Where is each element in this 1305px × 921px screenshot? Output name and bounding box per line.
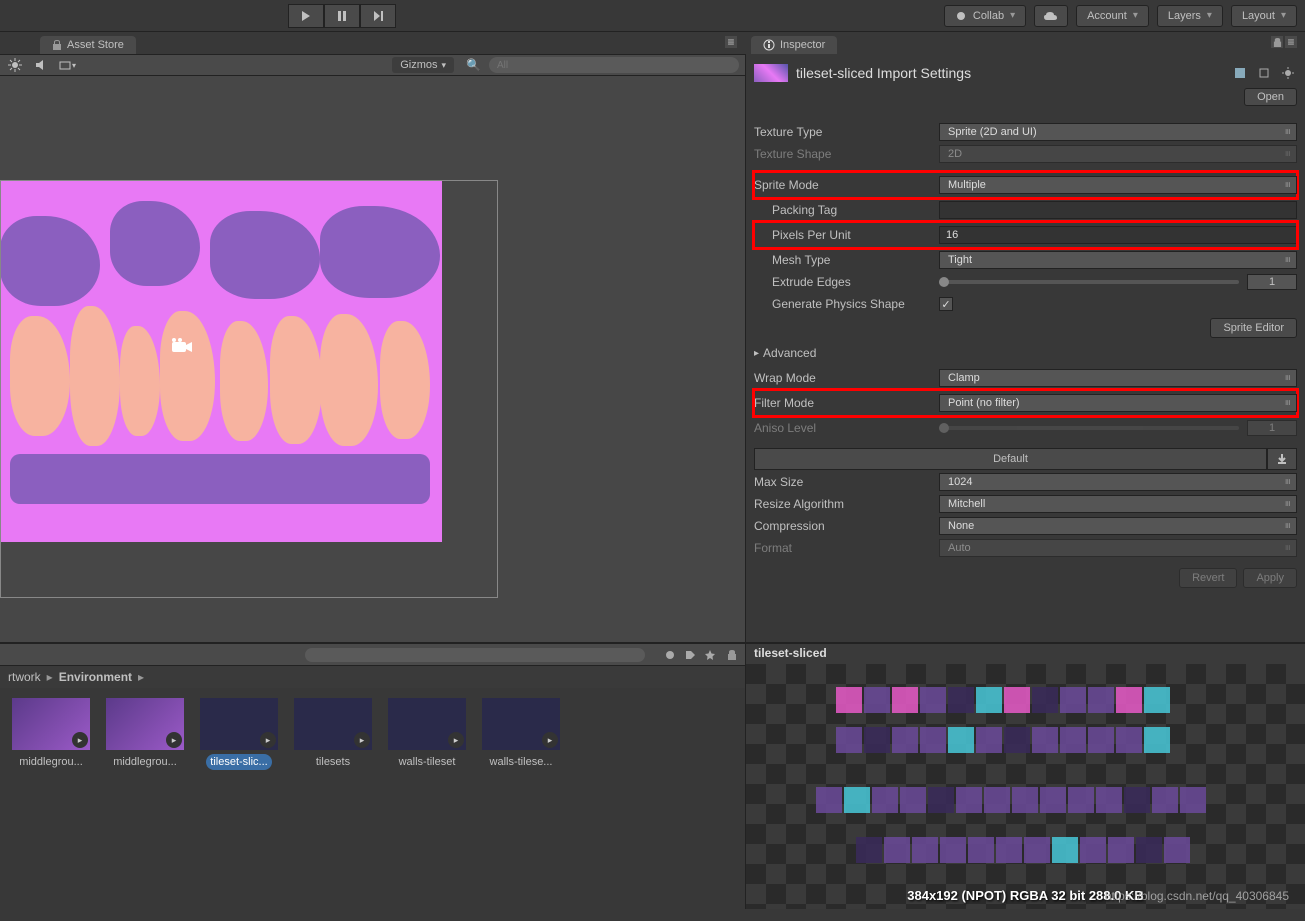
extrude-edges-label: Extrude Edges — [772, 275, 939, 289]
camera-icon — [168, 338, 194, 356]
scene-viewport[interactable] — [0, 76, 745, 642]
open-button[interactable]: Open — [1244, 88, 1297, 106]
select-icon[interactable] — [1255, 64, 1273, 82]
fx-icon[interactable]: ▾ — [58, 56, 76, 74]
platform-tabs: Default — [754, 448, 1297, 470]
mesh-type-label: Mesh Type — [772, 253, 939, 267]
max-size-dropdown[interactable]: 1024 — [939, 473, 1297, 491]
mesh-type-dropdown[interactable]: Tight — [939, 251, 1297, 269]
texture-type-label: Texture Type — [754, 125, 939, 139]
texture-shape-dropdown: 2D — [939, 145, 1297, 163]
pixels-per-unit-label: Pixels Per Unit — [772, 228, 939, 242]
filter-label-icon[interactable] — [681, 646, 699, 664]
aniso-level-slider: 1 — [939, 420, 1297, 436]
viewport-toolbar: ▾ Gizmos 🔍 — [0, 54, 745, 76]
breadcrumb: rtwork Environment — [0, 666, 745, 688]
generate-physics-checkbox[interactable] — [939, 297, 953, 311]
breadcrumb-environment[interactable]: Environment — [59, 670, 132, 684]
asset-item[interactable]: tilesets — [292, 698, 374, 770]
watermark-text: https://blog.csdn.net/qq_40306845 — [1105, 889, 1289, 903]
collab-dropdown[interactable]: Collab — [944, 5, 1026, 27]
format-label: Format — [754, 541, 939, 555]
resize-algorithm-label: Resize Algorithm — [754, 497, 939, 511]
play-controls — [288, 4, 396, 28]
info-icon — [763, 39, 775, 51]
sprite-mode-label: Sprite Mode — [754, 178, 939, 192]
pause-button[interactable] — [324, 4, 360, 28]
lighting-icon[interactable] — [6, 56, 24, 74]
pixels-per-unit-input[interactable] — [939, 226, 1297, 244]
highlight-sprite-mode: Sprite Mode Multiple — [754, 172, 1297, 198]
cloud-button[interactable] — [1034, 5, 1068, 27]
extrude-edges-slider[interactable]: 1 — [939, 274, 1297, 290]
viewport-search-input[interactable] — [489, 57, 739, 73]
aniso-level-label: Aniso Level — [754, 421, 939, 435]
asset-item[interactable]: middlegrou... — [10, 698, 92, 770]
layers-dropdown[interactable]: Layers — [1157, 5, 1223, 27]
filter-mode-dropdown[interactable]: Point (no filter) — [939, 394, 1297, 412]
platform-tab-default[interactable]: Default — [754, 448, 1267, 470]
tab-asset-store[interactable]: Asset Store — [40, 36, 136, 54]
advanced-foldout[interactable]: Advanced — [754, 346, 1297, 360]
asset-item[interactable]: walls-tilese... — [480, 698, 562, 770]
account-dropdown[interactable]: Account — [1076, 5, 1149, 27]
settings-icon[interactable] — [1279, 64, 1297, 82]
layout-dropdown[interactable]: Layout — [1231, 5, 1297, 27]
generate-physics-label: Generate Physics Shape — [772, 297, 939, 311]
play-button[interactable] — [288, 4, 324, 28]
wrap-mode-dropdown[interactable]: Clamp — [939, 369, 1297, 387]
max-size-label: Max Size — [754, 475, 939, 489]
compression-label: Compression — [754, 519, 939, 533]
panel-options-icon[interactable]: ≡ — [725, 36, 737, 48]
sprite-mode-dropdown[interactable]: Multiple — [939, 176, 1297, 194]
apply-button[interactable]: Apply — [1243, 568, 1297, 588]
format-dropdown: Auto — [939, 539, 1297, 557]
asset-item[interactable]: tileset-slic... — [198, 698, 280, 770]
packing-tag-label: Packing Tag — [772, 203, 939, 217]
audio-icon[interactable] — [32, 56, 50, 74]
texture-shape-label: Texture Shape — [754, 147, 939, 161]
filter-type-icon[interactable] — [661, 646, 679, 664]
filter-mode-label: Filter Mode — [754, 396, 939, 410]
project-toolbar — [0, 644, 745, 666]
inspector-panel: tileset-sliced Import Settings Open Text… — [746, 54, 1305, 642]
highlight-ppu: Pixels Per Unit — [754, 222, 1297, 248]
texture-type-dropdown[interactable]: Sprite (2D and UI) — [939, 123, 1297, 141]
breadcrumb-artwork[interactable]: rtwork — [8, 670, 41, 684]
lock-icon — [727, 650, 737, 660]
asset-item[interactable]: middlegrou... — [104, 698, 186, 770]
object-thumbnail — [754, 64, 788, 82]
tab-inspector[interactable]: Inspector — [751, 36, 837, 54]
wrap-mode-label: Wrap Mode — [754, 371, 939, 385]
top-toolbar: Collab Account Layers Layout — [0, 0, 1305, 32]
packing-tag-input[interactable] — [939, 201, 1297, 219]
asset-item[interactable]: walls-tileset — [386, 698, 468, 770]
highlight-filter-mode: Filter Mode Point (no filter) — [754, 390, 1297, 416]
resize-algorithm-dropdown[interactable]: Mitchell — [939, 495, 1297, 513]
gizmos-dropdown[interactable]: Gizmos — [392, 57, 454, 73]
step-button[interactable] — [360, 4, 396, 28]
sprite-editor-button[interactable]: Sprite Editor — [1210, 318, 1297, 338]
favorite-icon[interactable] — [701, 646, 719, 664]
asset-grid: middlegrou... middlegrou... tileset-slic… — [0, 688, 745, 909]
lock-panel-icon[interactable] — [1271, 36, 1283, 48]
revert-button[interactable]: Revert — [1179, 568, 1237, 588]
panel-menu-icon[interactable]: ≡ — [1285, 36, 1297, 48]
compression-dropdown[interactable]: None — [939, 517, 1297, 535]
prefab-icon[interactable] — [1231, 64, 1249, 82]
lock-icon — [52, 40, 62, 50]
project-search-input[interactable] — [305, 648, 645, 662]
preview-area[interactable]: 384x192 (NPOT) RGBA 32 bit 288.0 KB — [746, 664, 1305, 909]
object-title: tileset-sliced Import Settings — [796, 65, 971, 81]
platform-download-icon[interactable] — [1267, 448, 1297, 470]
preview-title: tileset-sliced — [746, 644, 1305, 664]
